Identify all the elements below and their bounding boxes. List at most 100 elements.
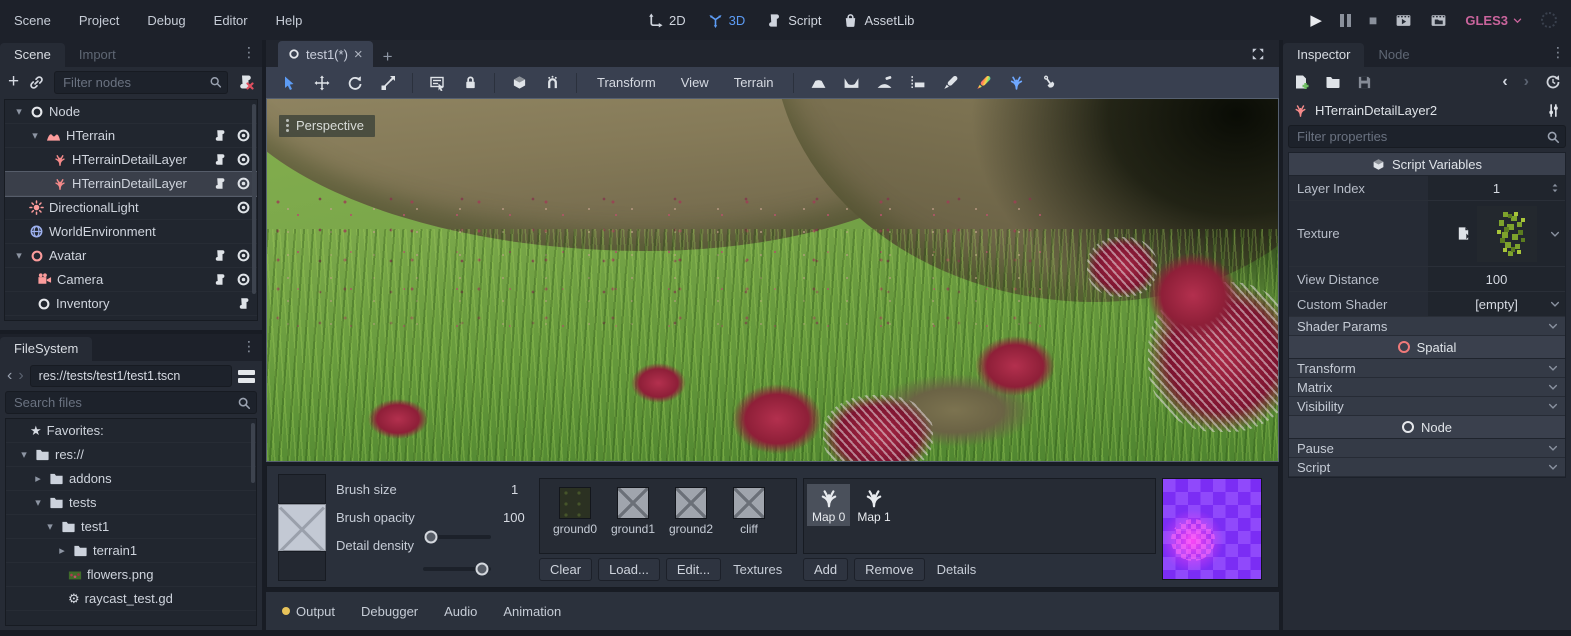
terrain-lower-icon[interactable]: [838, 71, 864, 95]
tab-audio[interactable]: Audio: [444, 604, 477, 619]
lock-icon[interactable]: [457, 71, 483, 95]
mode-assetlib-button[interactable]: AssetLib: [843, 13, 914, 28]
scale-tool-icon[interactable]: [375, 71, 401, 95]
visibility-eye-icon[interactable]: [236, 128, 251, 143]
terrain-detail-grass-icon[interactable]: [1003, 71, 1029, 95]
file-row-tests[interactable]: ▾ tests: [6, 491, 256, 515]
menu-view[interactable]: View: [672, 75, 718, 90]
texture-slot-ground2[interactable]: ground2: [662, 487, 720, 536]
tree-row-hterraindetaillayer2[interactable]: HTerrainDetailLayer: [5, 172, 257, 196]
play-scene-button[interactable]: [1395, 12, 1412, 29]
scene-tab-test1[interactable]: test1(*) ×: [278, 41, 373, 67]
chevron-down-icon[interactable]: [1549, 298, 1561, 310]
toggle-split-mode-icon[interactable]: [238, 370, 255, 383]
expander-icon[interactable]: ▾: [32, 496, 44, 509]
spinner-updown-icon[interactable]: [1549, 182, 1561, 194]
snap-icon[interactable]: [539, 71, 565, 95]
expander-icon[interactable]: ▾: [18, 448, 30, 461]
layer-index-spinbox[interactable]: 1: [1428, 176, 1565, 200]
play-custom-scene-button[interactable]: [1430, 12, 1447, 29]
menu-scene[interactable]: Scene: [0, 0, 65, 40]
new-scene-tab-button[interactable]: +: [383, 47, 393, 67]
tree-row-directionallight[interactable]: DirectionalLight: [5, 196, 257, 220]
brush-shape-slot[interactable]: [278, 474, 326, 504]
section-visibility[interactable]: Visibility: [1289, 397, 1565, 416]
edit-button[interactable]: Edit...: [666, 558, 721, 581]
file-row-addons[interactable]: ▸ addons: [6, 467, 256, 491]
rotate-tool-icon[interactable]: [342, 71, 368, 95]
section-matrix[interactable]: Matrix: [1289, 378, 1565, 397]
section-script[interactable]: Script: [1289, 458, 1565, 477]
texture-slot-ground0[interactable]: ground0: [546, 487, 604, 536]
tab-node[interactable]: Node: [1364, 43, 1423, 67]
file-row-flowers-png[interactable]: flowers.png: [6, 563, 256, 587]
menu-editor[interactable]: Editor: [200, 0, 262, 40]
add-node-button[interactable]: +: [8, 71, 19, 93]
script-icon[interactable]: [214, 273, 227, 286]
expander-icon[interactable]: ▾: [44, 520, 56, 533]
visibility-eye-icon[interactable]: [236, 176, 251, 191]
object-tools-icon[interactable]: [1546, 103, 1561, 118]
tree-row-worldenvironment[interactable]: WorldEnvironment: [5, 220, 257, 244]
filter-nodes-input[interactable]: [54, 71, 228, 94]
add-button[interactable]: Add: [803, 558, 848, 581]
move-tool-icon[interactable]: [309, 71, 335, 95]
dock-menu-icon[interactable]: ⋮: [242, 338, 256, 355]
clear-script-icon[interactable]: [238, 74, 254, 90]
file-row-raycast-test-gd[interactable]: ⚙ raycast_test.gd: [6, 587, 256, 611]
section-pause[interactable]: Pause: [1289, 439, 1565, 458]
menu-help[interactable]: Help: [262, 0, 317, 40]
slider-knob[interactable]: [476, 563, 489, 576]
menu-terrain[interactable]: Terrain: [725, 75, 783, 90]
viewport-3d[interactable]: Perspective: [266, 98, 1279, 462]
dock-menu-icon[interactable]: ⋮: [1551, 44, 1565, 61]
view-distance-field[interactable]: 100: [1428, 267, 1565, 291]
tab-import[interactable]: Import: [65, 43, 130, 67]
mode-2d-button[interactable]: 2D: [648, 13, 686, 28]
visibility-eye-icon[interactable]: [236, 272, 251, 287]
category-node[interactable]: Node: [1289, 416, 1565, 439]
terrain-color-brush-icon[interactable]: [970, 71, 996, 95]
file-row-terrain1[interactable]: ▸ terrain1: [6, 539, 256, 563]
nav-forward-icon[interactable]: ›: [18, 367, 23, 385]
history-back-icon[interactable]: ‹: [1502, 73, 1507, 91]
terrain-raise-icon[interactable]: [805, 71, 831, 95]
terrain-paint-brush-icon[interactable]: [937, 71, 963, 95]
current-path-field[interactable]: [30, 365, 232, 387]
file-row-res[interactable]: ▾ res://: [6, 443, 256, 467]
perspective-menu[interactable]: Perspective: [279, 115, 375, 137]
menu-project[interactable]: Project: [65, 0, 133, 40]
save-resource-icon[interactable]: [1357, 75, 1372, 90]
pause-button[interactable]: [1340, 14, 1351, 27]
script-icon[interactable]: [214, 249, 227, 262]
visibility-eye-icon[interactable]: [236, 152, 251, 167]
terrain-erosion-shovel-icon[interactable]: [1036, 71, 1062, 95]
script-icon[interactable]: [214, 129, 227, 142]
instance-scene-link-icon[interactable]: [29, 75, 44, 90]
visibility-eye-icon[interactable]: [236, 248, 251, 263]
list-select-icon[interactable]: [424, 71, 450, 95]
tab-animation[interactable]: Animation: [503, 604, 561, 619]
tab-output[interactable]: Output: [282, 604, 335, 619]
terrain-flatten-icon[interactable]: [904, 71, 930, 95]
category-script-variables[interactable]: Script Variables: [1289, 153, 1565, 176]
edit-resource-icon[interactable]: [1456, 226, 1471, 241]
clear-button[interactable]: Clear: [539, 558, 592, 581]
select-tool-icon[interactable]: [276, 71, 302, 95]
load-resource-folder-icon[interactable]: [1325, 74, 1341, 90]
play-button[interactable]: ▶: [1310, 11, 1322, 29]
custom-shader-picker[interactable]: [empty]: [1428, 292, 1565, 316]
expander-icon[interactable]: ▾: [13, 249, 25, 262]
menu-debug[interactable]: Debug: [133, 0, 199, 40]
section-shader-params[interactable]: Shader Params: [1289, 317, 1565, 336]
tab-filesystem[interactable]: FileSystem: [0, 337, 92, 361]
renderer-dropdown[interactable]: GLES3: [1465, 13, 1523, 28]
file-row-test1[interactable]: ▾ test1: [6, 515, 256, 539]
tab-debugger[interactable]: Debugger: [361, 604, 418, 619]
remove-button[interactable]: Remove: [854, 558, 924, 581]
details-button[interactable]: Details: [931, 559, 983, 580]
nav-back-icon[interactable]: ‹: [7, 367, 12, 385]
dock-menu-icon[interactable]: ⋮: [242, 44, 256, 61]
history-clock-icon[interactable]: [1545, 74, 1561, 90]
brush-shape-preview[interactable]: [278, 504, 326, 551]
